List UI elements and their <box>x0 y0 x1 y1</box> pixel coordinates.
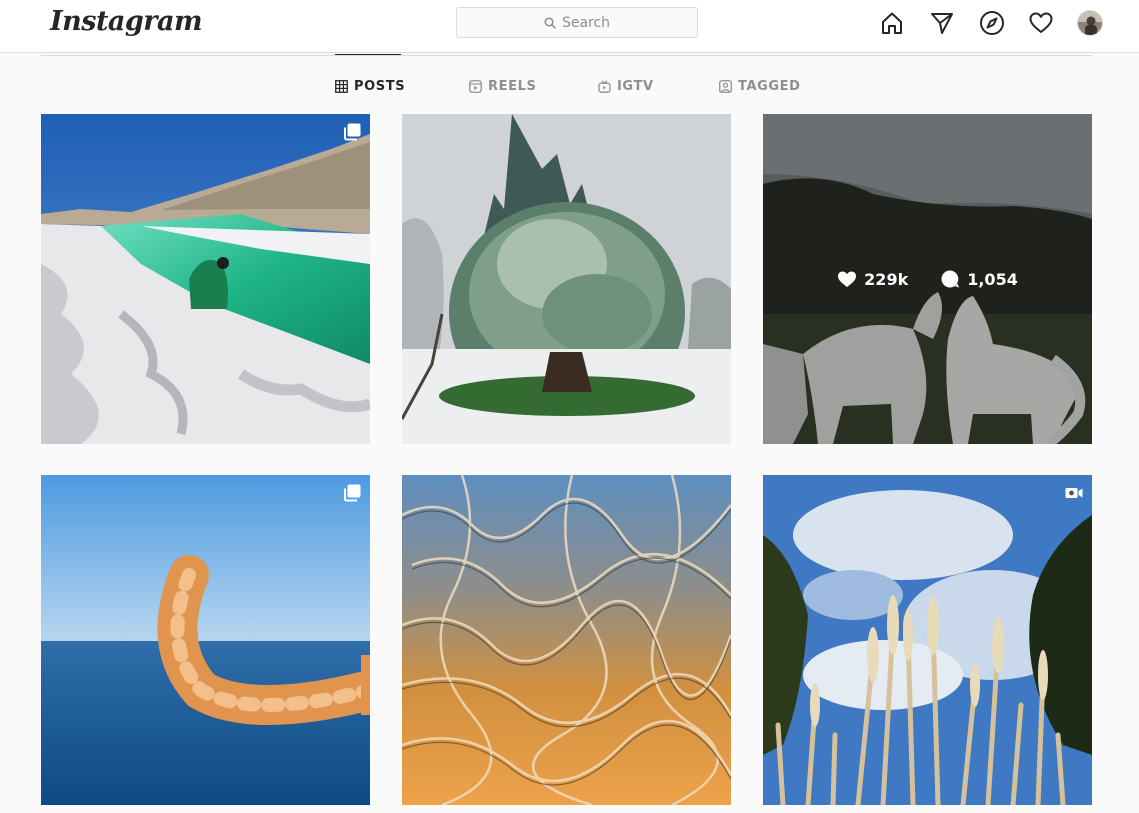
video-icon <box>1064 483 1084 503</box>
post-image-pampas-grass <box>763 475 1092 805</box>
tab-tagged[interactable]: TAGGED <box>719 77 801 95</box>
comments-stat: 1,054 <box>940 269 1018 289</box>
search-placeholder: Search <box>561 14 611 31</box>
post-image-snow-tree <box>402 114 731 444</box>
post-tile-pampas-grass[interactable] <box>763 475 1092 805</box>
tab-posts-label: POSTS <box>354 78 406 94</box>
post-hover-overlay: 229k 1,054 <box>763 114 1092 444</box>
direct-message-icon[interactable] <box>929 10 955 36</box>
igtv-icon <box>598 79 611 93</box>
grid-icon <box>335 79 348 93</box>
tab-igtv[interactable]: IGTV <box>598 77 654 95</box>
active-tab-indicator <box>335 54 401 55</box>
explore-icon[interactable] <box>979 10 1005 36</box>
likes-count: 229k <box>864 269 909 289</box>
likes-stat: 229k <box>837 269 908 289</box>
comments-count: 1,054 <box>967 269 1018 289</box>
tab-posts[interactable]: POSTS <box>335 77 405 95</box>
post-image-ice-texture <box>402 475 731 805</box>
heart-filled-icon <box>838 271 857 287</box>
tabs-divider <box>41 55 1092 56</box>
home-icon[interactable] <box>879 10 905 36</box>
search-box[interactable]: Search <box>456 7 698 38</box>
post-image-cat-tail <box>41 475 370 805</box>
tab-igtv-label: IGTV <box>617 78 654 94</box>
instagram-logo[interactable]: Instagram <box>50 6 203 37</box>
tab-reels[interactable]: REELS <box>469 77 536 95</box>
post-tile-white-horses[interactable]: 229k 1,054 <box>763 114 1092 444</box>
post-tile-snow-tree[interactable] <box>402 114 731 444</box>
post-image-salt-flats <box>41 114 370 444</box>
carousel-icon <box>342 122 362 142</box>
post-tile-ice-texture[interactable] <box>402 475 731 805</box>
profile-avatar[interactable] <box>1077 10 1103 36</box>
tab-tagged-label: TAGGED <box>738 78 801 94</box>
carousel-icon <box>342 483 362 503</box>
search-icon <box>544 16 556 29</box>
tab-reels-label: REELS <box>488 78 537 94</box>
comment-filled-icon <box>941 270 960 288</box>
top-navigation-bar: Instagram Search <box>0 0 1139 53</box>
post-tile-salt-flats[interactable] <box>41 114 370 444</box>
post-tile-cat-tail[interactable] <box>41 475 370 805</box>
tagged-icon <box>719 79 732 93</box>
reels-icon <box>469 79 482 93</box>
activity-heart-icon[interactable] <box>1028 10 1054 36</box>
